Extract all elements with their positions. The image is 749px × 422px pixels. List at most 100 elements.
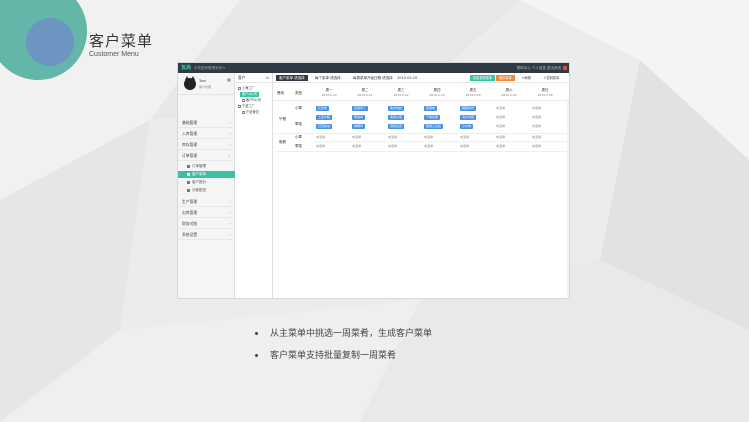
tree-node[interactable]: 宁波工厂 <box>238 104 255 109</box>
tree-header: 客户 ⇌ <box>236 73 272 83</box>
checkbox[interactable] <box>242 98 245 102</box>
col-meal: 餐段 <box>277 91 284 95</box>
unselected-cell[interactable]: 未选择 <box>532 135 541 140</box>
bullet-item: 客户菜单支持批量复制一周菜肴 <box>255 348 396 361</box>
dish-tag[interactable]: 黄焖鸡 <box>352 115 366 120</box>
dish-tag[interactable]: 酸辣土豆丝 <box>424 124 444 129</box>
dish-tag[interactable]: 糖醋排骨 <box>460 106 477 111</box>
checkbox[interactable] <box>238 104 241 108</box>
submenu-order[interactable]: 订单管理 <box>178 163 235 170</box>
day-header: 周四 2019.5.23 <box>422 88 452 98</box>
chevron-right-icon: › <box>229 221 231 226</box>
date-input[interactable]: 2019-05-20 <box>394 75 420 81</box>
day-name: 周二 <box>361 88 369 92</box>
day-date: 2019.5.24 <box>465 93 481 97</box>
checkbox[interactable] <box>238 86 241 90</box>
unselected-cell[interactable]: 未选择 <box>496 135 505 140</box>
close-icon[interactable] <box>563 66 567 70</box>
tree-node[interactable]: 客户B公司 <box>242 98 261 103</box>
unselected-cell[interactable]: 未选择 <box>352 135 361 140</box>
unselected-cell[interactable]: 未选择 <box>352 144 361 149</box>
menu-item-settings[interactable]: 系统设置 › <box>178 230 235 240</box>
type-meat: 荤菜 <box>295 122 302 126</box>
dish-tag[interactable]: 土豆牛腩 <box>316 115 333 120</box>
unselected-cell[interactable]: 未选择 <box>424 144 433 149</box>
switch-icon[interactable]: ⇌ <box>266 73 269 83</box>
submenu-customer-menu[interactable]: 客户菜单 <box>178 171 235 178</box>
tree-node-label: 宁波食堂 <box>246 110 259 114</box>
unselected-cell[interactable]: 未选择 <box>316 135 325 140</box>
brand-logo[interactable]: 瓦尚 <box>181 64 191 72</box>
menu-item-basic[interactable]: 基础管理 › <box>178 118 235 128</box>
scrollbar[interactable] <box>567 101 569 298</box>
menu-item-inbound[interactable]: 入库管理 › <box>178 129 235 139</box>
dish-tag[interactable]: 红烧肉 <box>316 106 330 111</box>
dish-tag[interactable]: 鱼香肉丝 <box>388 106 405 111</box>
submenu-customer-quote[interactable]: 客户报价 <box>178 179 235 186</box>
menu-label: 库存管理 <box>182 142 198 147</box>
unselected-cell[interactable]: 未选择 <box>532 106 541 111</box>
dish-tag[interactable]: 麻婆豆腐 <box>388 124 405 129</box>
submenu-delivery[interactable]: 分客配送 <box>178 187 235 194</box>
day-header: 周二 2019.5.21 <box>350 88 380 98</box>
app-window: 瓦尚 中央厨房管理系统 ▾ 帮助中心 个人信息 退出系统 Tom 客户管理 ▦ … <box>177 62 570 299</box>
system-switcher[interactable]: 中央厨房管理系统 ▾ <box>194 65 225 71</box>
chevron-right-icon: › <box>229 210 231 215</box>
unselected-cell[interactable]: 未选择 <box>460 135 469 140</box>
tab-customer-menu[interactable]: 客户菜单 请选择 <box>276 75 308 81</box>
unselected-cell[interactable]: 未选择 <box>532 144 541 149</box>
day-date: 2019.5.26 <box>537 93 553 97</box>
profile: Tom 客户管理 ▦ <box>178 73 234 95</box>
menu-label: 基础管理 <box>182 120 198 125</box>
unselected-cell[interactable]: 未选择 <box>316 144 325 149</box>
profile-role: 客户管理 <box>199 85 212 89</box>
dish-tag[interactable]: 干煸豆角 <box>424 115 441 120</box>
slide-subtitle: Customer Menu <box>89 51 139 58</box>
tree-title: 客户 <box>238 75 246 80</box>
checkbox[interactable] <box>242 110 245 114</box>
day-name: 周六 <box>505 88 513 92</box>
unselected-cell[interactable]: 未选择 <box>388 135 397 140</box>
refresh-link[interactable]: ⟳刷新 <box>522 75 531 81</box>
col-type: 类型 <box>295 91 302 95</box>
day-date: 2019.5.20 <box>321 93 337 97</box>
unselected-cell[interactable]: 未选择 <box>424 135 433 140</box>
unselected-cell[interactable]: 未选择 <box>532 115 541 120</box>
menu-item-outbound[interactable]: 出库管理 › <box>178 208 235 218</box>
unselected-cell[interactable]: 未选择 <box>496 115 505 120</box>
tree-node[interactable]: 宁波食堂 <box>242 110 259 115</box>
copy-menu-link[interactable]: ⎘复制菜单 <box>544 75 559 81</box>
dish-tag[interactable]: 宫保鸡丁 <box>352 106 369 111</box>
menu-item-finance[interactable]: 财务对账 › <box>178 219 235 229</box>
tree-node-selected[interactable]: 客户A公司 <box>240 92 259 97</box>
menu-item-orders[interactable]: 订单管理 ⌄ <box>178 151 235 161</box>
dish-tag[interactable]: 清炒时蔬 <box>460 115 477 120</box>
unselected-cell[interactable]: 未选择 <box>460 144 469 149</box>
unselected-cell[interactable]: 未选择 <box>496 124 505 129</box>
menu-item-stock[interactable]: 库存管理 › <box>178 140 235 150</box>
tab-each-menu[interactable]: 每个菜单·请选择 <box>312 75 344 81</box>
dish-tag[interactable]: 番茄炒蛋 <box>388 115 405 120</box>
save-menu-button[interactable]: 保存菜单 <box>496 75 515 81</box>
bullet-text: 从主菜单中挑选一周菜肴，生成客户菜单 <box>270 329 433 339</box>
tree-node[interactable]: 上海工厂 <box>238 86 255 91</box>
dish-tag[interactable]: 回锅肉 <box>424 106 438 111</box>
chevron-right-icon: › <box>229 120 231 125</box>
chevron-right-icon: › <box>229 131 231 136</box>
grid-icon[interactable]: ▦ <box>227 77 231 82</box>
unselected-cell[interactable]: 未选择 <box>496 106 505 111</box>
submenu-label: 客户菜单 <box>192 172 206 176</box>
top-right-links[interactable]: 帮助中心 个人信息 退出系统 <box>517 65 567 71</box>
batch-copy-button[interactable]: 批量复制菜单 <box>470 75 496 81</box>
submenu-label: 分客配送 <box>192 188 206 192</box>
unselected-cell[interactable]: 未选择 <box>496 144 505 149</box>
dish-tag[interactable]: 小炒肉 <box>460 124 474 129</box>
day-name: 周一 <box>325 88 333 92</box>
dish-tag[interactable]: 咖喱鸡 <box>352 124 366 129</box>
unselected-cell[interactable]: 未选择 <box>532 124 541 129</box>
unselected-cell[interactable]: 未选择 <box>388 144 397 149</box>
bullet-dot <box>255 332 258 335</box>
dish-tag[interactable]: 红烧鱼块 <box>316 124 333 129</box>
menu-item-production[interactable]: 生产管理 › <box>178 197 235 207</box>
top-right-text[interactable]: 帮助中心 个人信息 退出系统 <box>517 66 561 70</box>
